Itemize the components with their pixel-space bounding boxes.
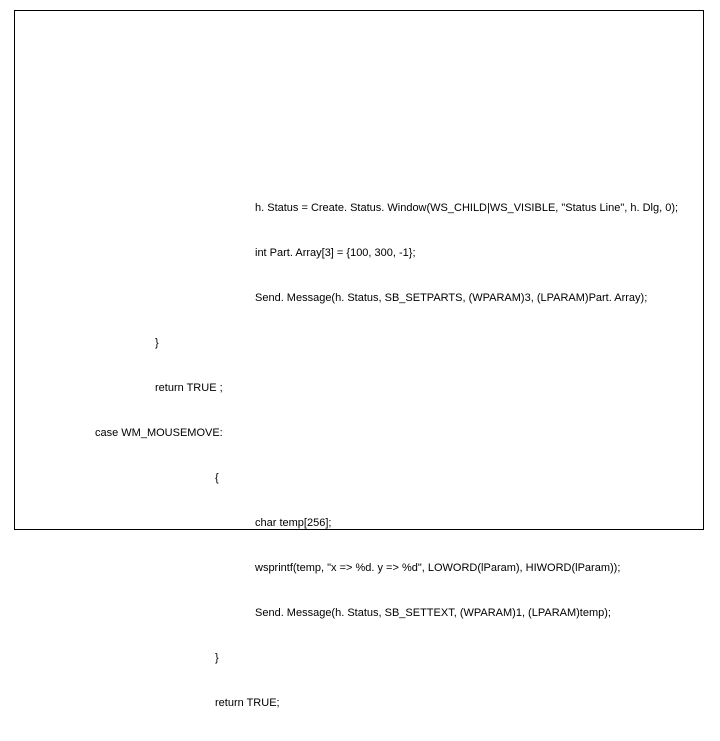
code-line: Send. Message(h. Status, SB_SETTEXT, (WP… — [35, 606, 695, 621]
code-line: char temp[256]; — [35, 516, 695, 531]
code-block: h. Status = Create. Status. Window(WS_CH… — [35, 171, 695, 741]
code-line: wsprintf(temp, "x => %d. y => %d", LOWOR… — [35, 561, 695, 576]
code-line: h. Status = Create. Status. Window(WS_CH… — [35, 201, 695, 216]
code-line: int Part. Array[3] = {100, 300, -1}; — [35, 246, 695, 261]
code-line: return TRUE; — [35, 696, 695, 711]
code-line: } — [35, 651, 695, 666]
code-line: } — [35, 336, 695, 351]
slide-frame: h. Status = Create. Status. Window(WS_CH… — [14, 10, 704, 530]
code-line: case WM_MOUSEMOVE: — [35, 426, 695, 441]
code-line: { — [35, 471, 695, 486]
code-line: return TRUE ; — [35, 381, 695, 396]
code-line: Send. Message(h. Status, SB_SETPARTS, (W… — [35, 291, 695, 306]
